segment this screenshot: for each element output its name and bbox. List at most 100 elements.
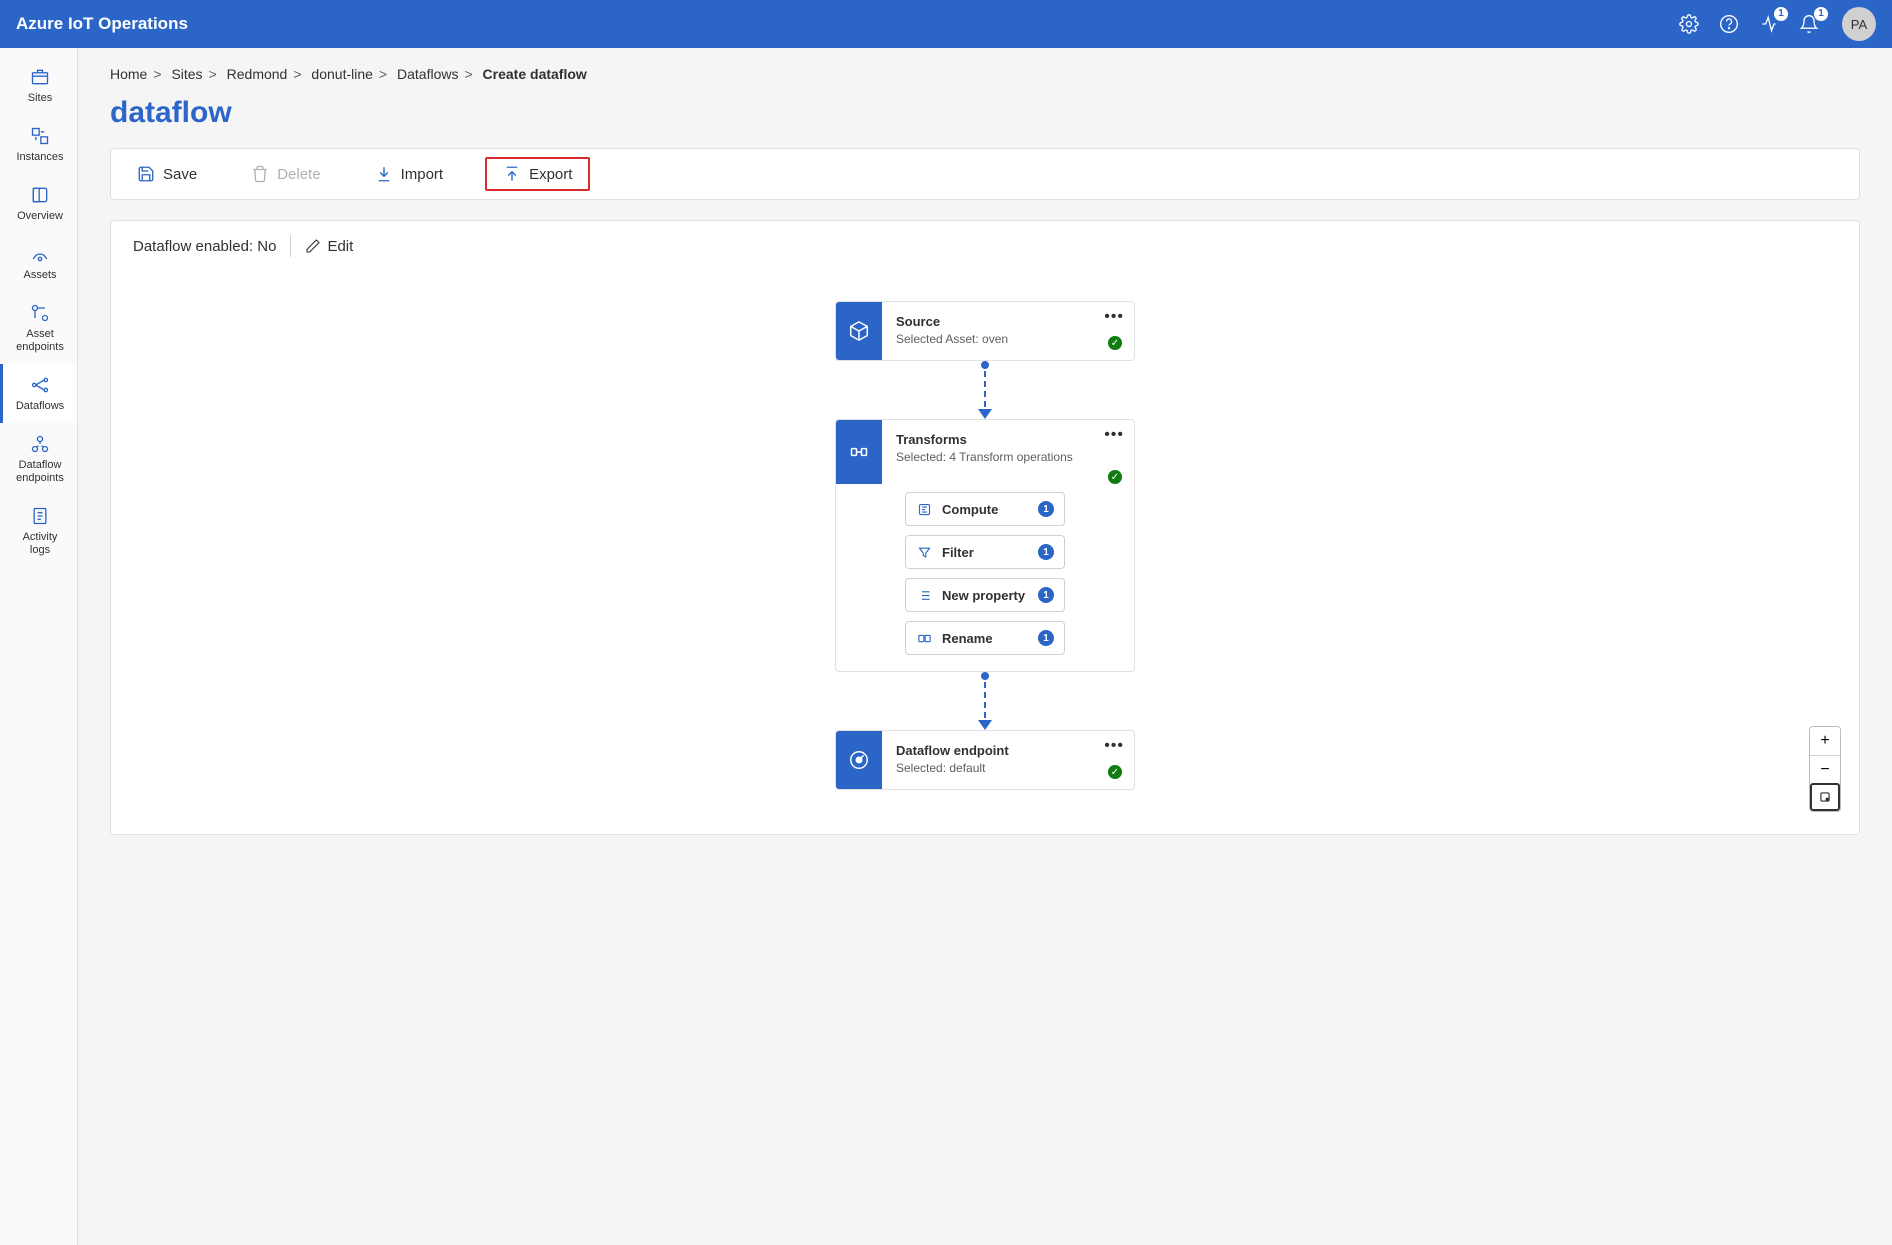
sidebar-item-dataflow-endpoints[interactable]: Dataflow endpoints bbox=[0, 423, 77, 495]
overview-icon bbox=[29, 184, 51, 206]
transforms-subtitle: Selected: 4 Transform operations bbox=[896, 450, 1120, 464]
list-icon bbox=[916, 587, 932, 603]
sidebar-item-asset-endpoints[interactable]: Asset endpoints bbox=[0, 292, 77, 364]
assets-icon bbox=[29, 243, 51, 265]
gear-icon[interactable] bbox=[1678, 13, 1700, 35]
endpoint-icon bbox=[836, 731, 882, 789]
sites-icon bbox=[29, 66, 51, 88]
transform-op-count: 1 bbox=[1038, 587, 1054, 603]
transform-op-label: Filter bbox=[942, 545, 1028, 560]
arrow-connector bbox=[984, 672, 986, 730]
breadcrumb-item[interactable]: Dataflows bbox=[397, 66, 458, 82]
more-icon[interactable]: ••• bbox=[1104, 737, 1124, 755]
dataflow-canvas: Source Selected Asset: oven ••• ✓ Transf… bbox=[110, 271, 1860, 835]
dataflows-icon bbox=[29, 374, 51, 396]
import-label: Import bbox=[401, 166, 444, 183]
divider bbox=[290, 235, 291, 257]
main-content: Home> Sites> Redmond> donut-line> Datafl… bbox=[78, 48, 1892, 1245]
breadcrumb-item[interactable]: Redmond bbox=[227, 66, 288, 82]
edit-label: Edit bbox=[327, 238, 353, 255]
activity-logs-icon bbox=[29, 505, 51, 527]
source-title: Source bbox=[896, 314, 1120, 329]
sidebar-item-label: Asset endpoints bbox=[16, 328, 64, 354]
breadcrumb-current: Create dataflow bbox=[483, 66, 587, 82]
transforms-node[interactable]: Transforms Selected: 4 Transform operati… bbox=[835, 419, 1135, 672]
delete-label: Delete bbox=[277, 166, 320, 183]
cube-icon bbox=[836, 302, 882, 360]
transform-op-label: Rename bbox=[942, 631, 1028, 646]
transform-op-filter[interactable]: Filter 1 bbox=[905, 535, 1065, 569]
help-icon[interactable] bbox=[1718, 13, 1740, 35]
dataflow-endpoints-icon bbox=[29, 433, 51, 455]
transforms-icon bbox=[836, 420, 882, 484]
transform-op-count: 1 bbox=[1038, 501, 1054, 517]
filter-icon bbox=[916, 544, 932, 560]
sidebar-item-overview[interactable]: Overview bbox=[0, 174, 77, 233]
transform-op-compute[interactable]: Compute 1 bbox=[905, 492, 1065, 526]
breadcrumb: Home> Sites> Redmond> donut-line> Datafl… bbox=[110, 66, 1860, 82]
sidebar-item-label: Sites bbox=[28, 92, 52, 105]
status-ok-icon: ✓ bbox=[1108, 336, 1122, 350]
source-subtitle: Selected Asset: oven bbox=[896, 332, 1120, 346]
avatar[interactable]: PA bbox=[1842, 7, 1876, 41]
transform-operations-list: Compute 1 Filter 1 New property 1 bbox=[836, 484, 1134, 671]
sidebar-item-label: Overview bbox=[17, 210, 63, 223]
sidebar-item-instances[interactable]: Instances bbox=[0, 115, 77, 174]
zoom-fit-button[interactable] bbox=[1810, 783, 1840, 811]
pencil-icon bbox=[305, 238, 321, 254]
diagnostics-badge: 1 bbox=[1774, 7, 1788, 21]
notifications-badge: 1 bbox=[1814, 7, 1828, 21]
transform-op-count: 1 bbox=[1038, 630, 1054, 646]
transform-op-rename[interactable]: Rename 1 bbox=[905, 621, 1065, 655]
zoom-in-button[interactable]: + bbox=[1810, 727, 1840, 755]
endpoint-node[interactable]: Dataflow endpoint Selected: default ••• … bbox=[835, 730, 1135, 790]
sidebar-item-activity-logs[interactable]: Activity logs bbox=[0, 495, 77, 567]
breadcrumb-item[interactable]: Sites bbox=[171, 66, 202, 82]
endpoint-subtitle: Selected: default bbox=[896, 761, 1120, 775]
dataflow-enabled-label: Dataflow enabled: No bbox=[133, 238, 276, 255]
transform-op-label: Compute bbox=[942, 502, 1028, 517]
page-title: dataflow bbox=[110, 96, 1860, 130]
save-label: Save bbox=[163, 166, 197, 183]
transform-op-new-property[interactable]: New property 1 bbox=[905, 578, 1065, 612]
sidebar-item-dataflows[interactable]: Dataflows bbox=[0, 364, 77, 423]
transform-op-label: New property bbox=[942, 588, 1028, 603]
breadcrumb-item[interactable]: Home bbox=[110, 66, 147, 82]
bell-icon[interactable]: 1 bbox=[1798, 13, 1820, 35]
export-label: Export bbox=[529, 166, 572, 183]
compute-icon bbox=[916, 501, 932, 517]
endpoint-title: Dataflow endpoint bbox=[896, 743, 1120, 758]
sidebar-item-sites[interactable]: Sites bbox=[0, 56, 77, 115]
breadcrumb-item[interactable]: donut-line bbox=[311, 66, 373, 82]
asset-endpoints-icon bbox=[29, 302, 51, 324]
edit-button[interactable]: Edit bbox=[305, 238, 353, 255]
brand-title: Azure IoT Operations bbox=[16, 14, 1678, 34]
more-icon[interactable]: ••• bbox=[1104, 308, 1124, 326]
rename-icon bbox=[916, 630, 932, 646]
zoom-out-button[interactable]: − bbox=[1810, 755, 1840, 783]
status-bar: Dataflow enabled: No Edit bbox=[110, 220, 1860, 271]
save-button[interactable]: Save bbox=[125, 159, 209, 189]
diagnostics-icon[interactable]: 1 bbox=[1758, 13, 1780, 35]
sidebar-item-label: Dataflows bbox=[16, 400, 64, 413]
topbar-icons: 1 1 PA bbox=[1678, 7, 1876, 41]
status-ok-icon: ✓ bbox=[1108, 765, 1122, 779]
topbar: Azure IoT Operations 1 1 PA bbox=[0, 0, 1892, 48]
export-button[interactable]: Export bbox=[485, 157, 590, 191]
source-node[interactable]: Source Selected Asset: oven ••• ✓ bbox=[835, 301, 1135, 361]
save-icon bbox=[137, 165, 155, 183]
instances-icon bbox=[29, 125, 51, 147]
more-icon[interactable]: ••• bbox=[1104, 426, 1124, 444]
import-button[interactable]: Import bbox=[363, 159, 456, 189]
sidebar-item-label: Activity logs bbox=[23, 531, 58, 557]
transform-op-count: 1 bbox=[1038, 544, 1054, 560]
arrow-connector bbox=[984, 361, 986, 419]
trash-icon bbox=[251, 165, 269, 183]
sidebar-item-assets[interactable]: Assets bbox=[0, 233, 77, 292]
left-nav: Sites Instances Overview Assets Asset en… bbox=[0, 48, 78, 1245]
import-icon bbox=[375, 165, 393, 183]
sidebar-item-label: Assets bbox=[23, 269, 56, 282]
sidebar-item-label: Dataflow endpoints bbox=[16, 459, 64, 485]
status-ok-icon: ✓ bbox=[1108, 470, 1122, 484]
export-icon bbox=[503, 165, 521, 183]
